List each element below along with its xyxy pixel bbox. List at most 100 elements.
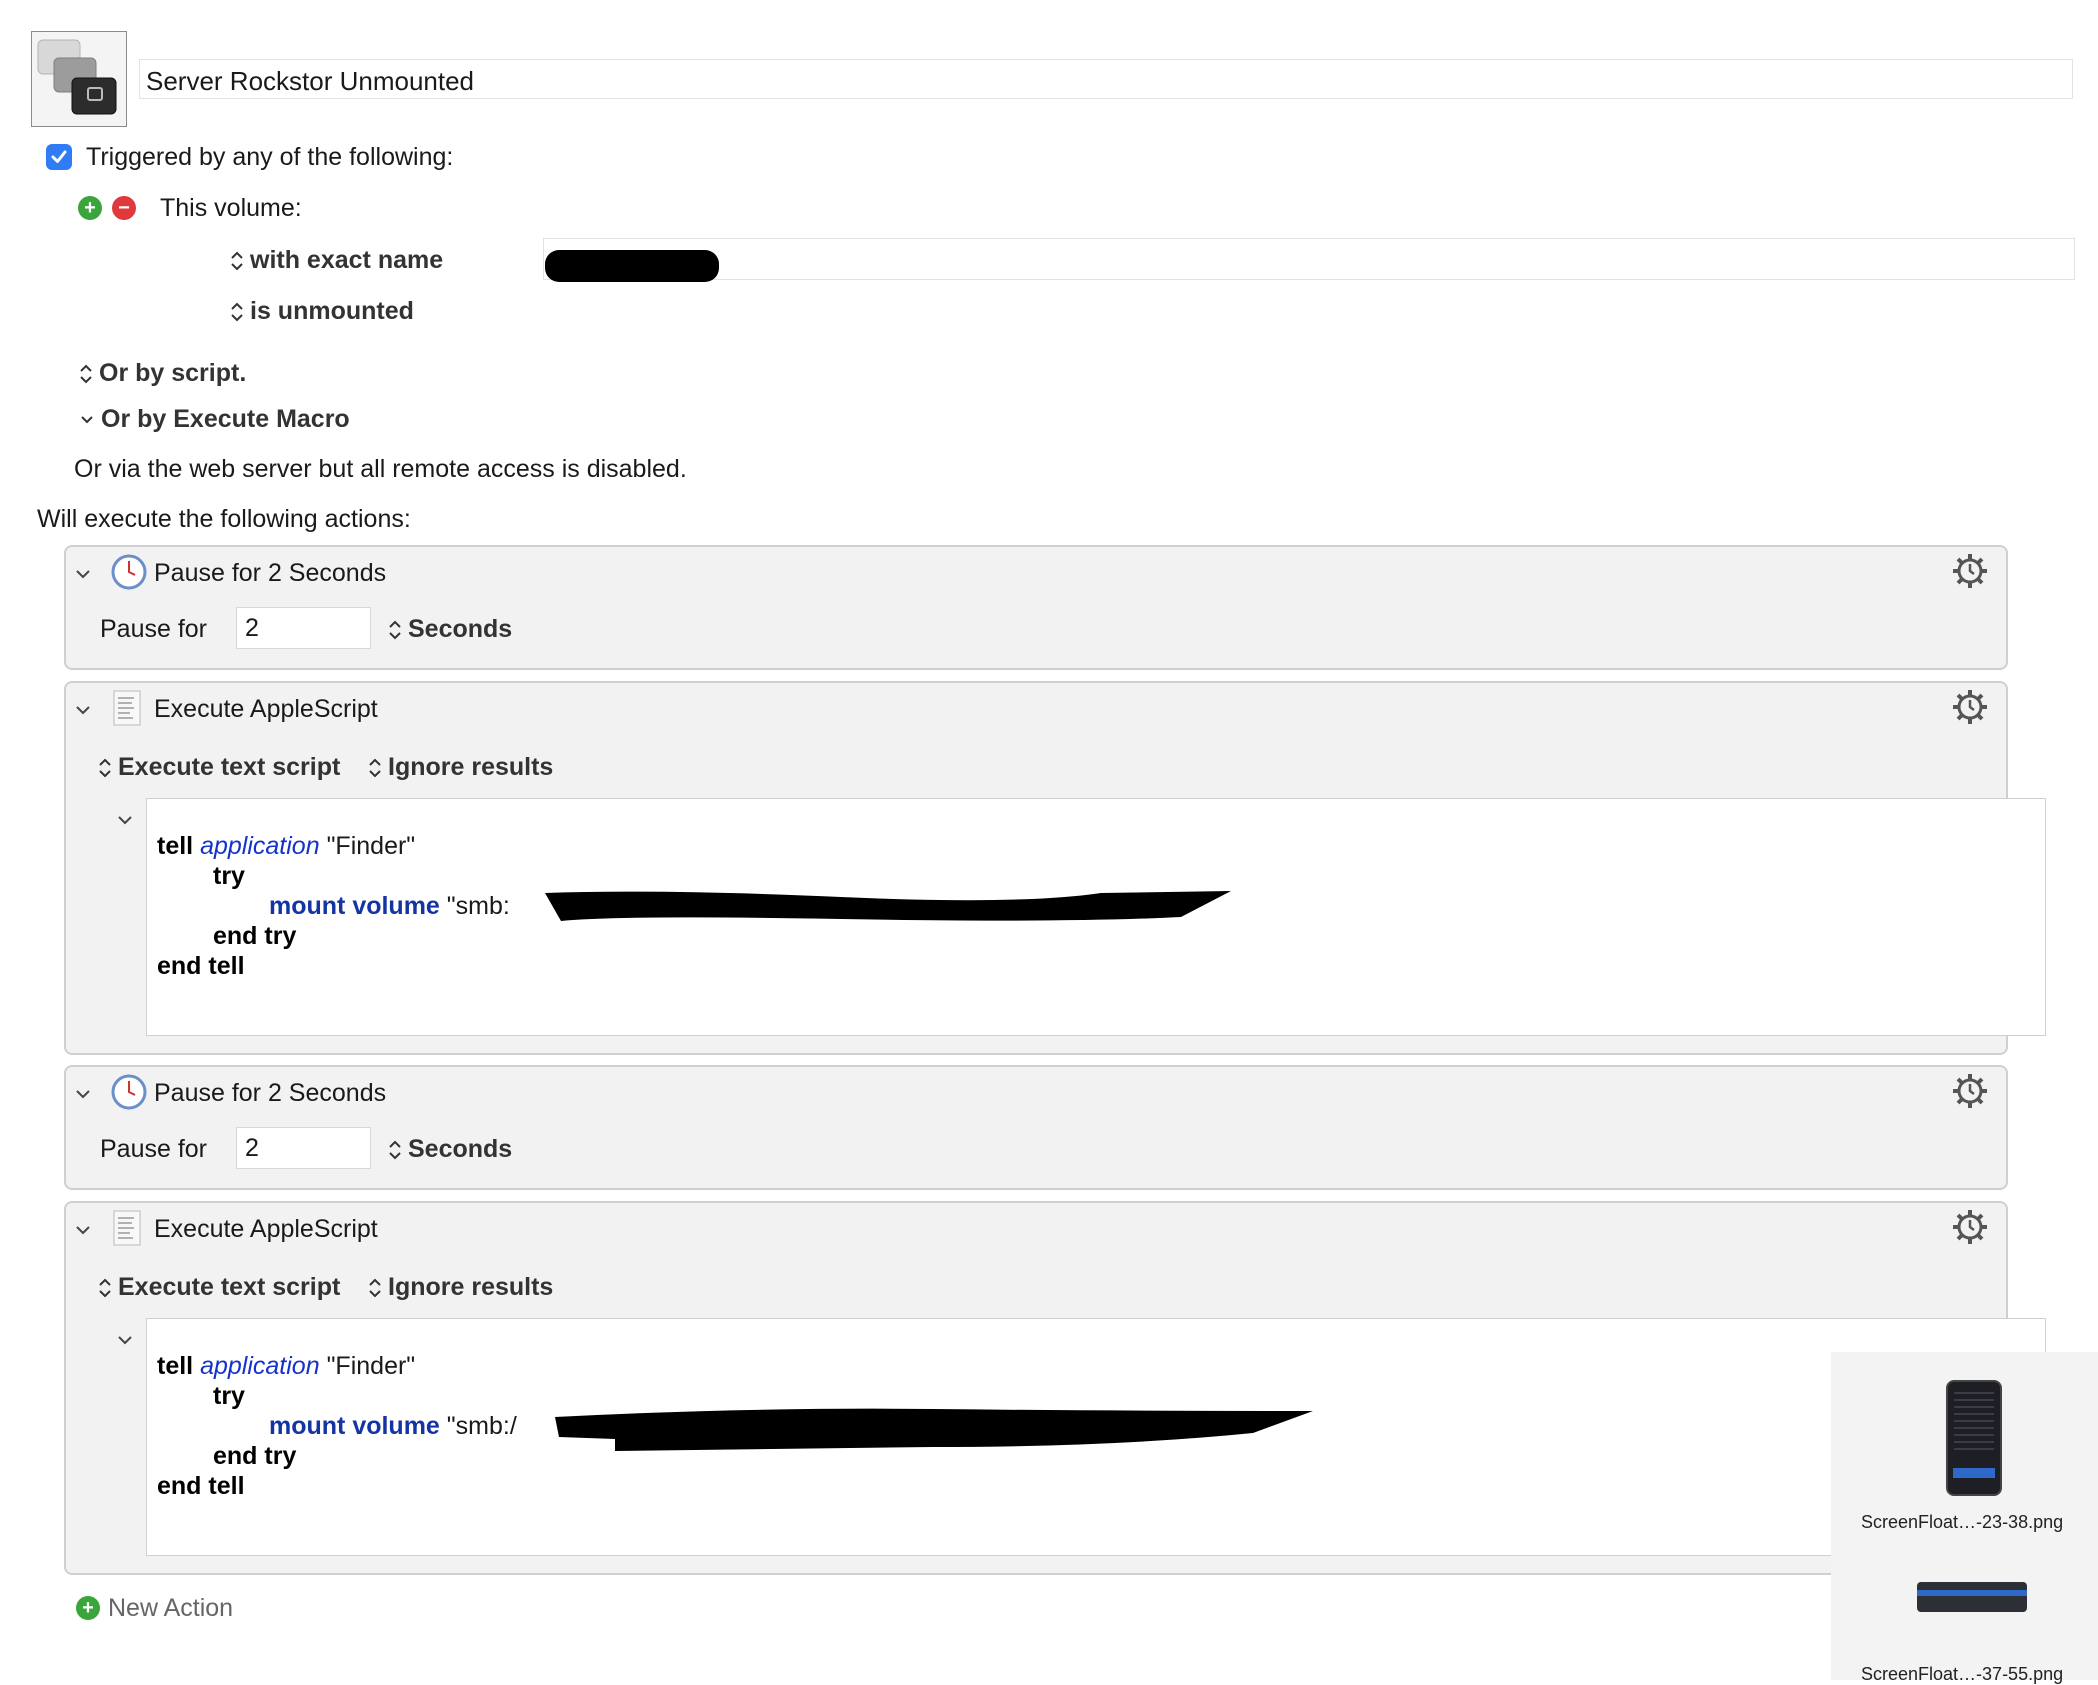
- action-title: Pause for 2 Seconds: [154, 1079, 387, 1107]
- file-label: ScreenFloat…-37-55.png: [1861, 1664, 2064, 1684]
- updown-chevron-icon: [369, 758, 381, 778]
- or-by-script-label: Or by script.: [99, 359, 247, 387]
- code-keyword: end tell: [157, 952, 245, 980]
- code-app: application: [200, 1352, 320, 1380]
- add-trigger-button[interactable]: +: [78, 196, 102, 220]
- script-code: tell application "Finder" try mount volu…: [157, 831, 510, 981]
- execute-mode-label: Execute text script: [118, 753, 341, 781]
- code-string: "smb:: [446, 892, 510, 920]
- time-unit-popup[interactable]: Seconds: [388, 615, 512, 644]
- redaction-mark: [545, 250, 719, 282]
- new-action-add-icon[interactable]: +: [76, 1596, 100, 1620]
- clock-icon: [111, 554, 147, 590]
- macro-name-field[interactable]: Server Rockstor Unmounted: [139, 59, 2073, 99]
- code-keyword: tell: [157, 832, 194, 860]
- code-keyword: end try: [213, 1442, 297, 1470]
- file-label: ScreenFloat…-23-38.png: [1861, 1512, 2064, 1532]
- triggered-checkbox[interactable]: [46, 144, 72, 170]
- code-app: application: [200, 832, 320, 860]
- pause-for-label: Pause for: [100, 615, 208, 643]
- chevron-down-icon: [81, 416, 93, 424]
- results-label: Ignore results: [388, 753, 554, 781]
- web-server-note: Or via the web server but all remote acc…: [74, 455, 687, 483]
- code-command: mount volume: [269, 1412, 440, 1440]
- script-editor[interactable]: tell application "Finder" try mount volu…: [146, 1318, 2046, 1556]
- script-file-icon: [113, 690, 141, 726]
- execute-mode-popup[interactable]: Execute text script: [98, 753, 340, 782]
- action-title: Pause for 2 Seconds: [154, 559, 387, 587]
- updown-chevron-icon: [231, 251, 243, 271]
- time-unit-label: Seconds: [408, 615, 513, 643]
- code-command: mount volume: [269, 892, 440, 920]
- plus-icon: +: [84, 197, 96, 219]
- name-match-label: with exact name: [250, 246, 444, 274]
- execute-mode-label: Execute text script: [118, 1273, 341, 1301]
- redaction-mark: [555, 1408, 1313, 1451]
- redaction-mark: [545, 891, 1231, 921]
- action-pause-1[interactable]: Pause for 2 Seconds Pause for 2 Seconds: [64, 545, 2008, 670]
- chevron-down-icon[interactable]: [74, 701, 92, 719]
- clock-icon: [111, 1074, 147, 1110]
- plus-icon: +: [82, 1597, 94, 1619]
- remove-trigger-button[interactable]: −: [112, 196, 136, 220]
- script-editor[interactable]: tell application "Finder" try mount volu…: [146, 798, 2046, 1036]
- or-by-execute-macro-label: Or by Execute Macro: [101, 405, 350, 433]
- results-popup[interactable]: Ignore results: [368, 1273, 553, 1302]
- action-applescript-2[interactable]: Execute AppleScript Execute text script …: [64, 1201, 2046, 1575]
- code-keyword: end tell: [157, 1472, 245, 1500]
- updown-chevron-icon: [231, 302, 243, 322]
- updown-chevron-icon: [389, 620, 401, 640]
- action-applescript-1[interactable]: Execute AppleScript Execute text script …: [64, 681, 2046, 1055]
- updown-chevron-icon: [99, 1278, 111, 1298]
- name-match-popup[interactable]: with exact name: [230, 246, 443, 275]
- action-title: Execute AppleScript: [154, 695, 378, 723]
- action-title: Execute AppleScript: [154, 1215, 378, 1243]
- script-code: tell application "Finder" try mount volu…: [157, 1351, 517, 1501]
- pause-seconds-input[interactable]: 2: [236, 1127, 371, 1169]
- macro-icon[interactable]: [31, 31, 127, 127]
- script-file-icon: [113, 1210, 141, 1246]
- minus-icon: −: [118, 197, 130, 219]
- results-label: Ignore results: [388, 1273, 554, 1301]
- chevron-down-icon[interactable]: [74, 1221, 92, 1239]
- or-by-script-toggle[interactable]: Or by script.: [79, 359, 246, 388]
- code-string: "Finder": [326, 1352, 416, 1380]
- gear-icon[interactable]: [1950, 1207, 1990, 1247]
- time-unit-label: Seconds: [408, 1135, 513, 1163]
- code-string: "Finder": [326, 832, 416, 860]
- chevron-down-icon[interactable]: [116, 811, 134, 829]
- updown-chevron-icon: [80, 364, 92, 384]
- floating-files-panel[interactable]: ScreenFloat…-23-38.png ScreenFloat…-37-5…: [1831, 1352, 2098, 1684]
- code-keyword: tell: [157, 1352, 194, 1380]
- actions-heading: Will execute the following actions:: [37, 505, 411, 533]
- code-keyword: try: [213, 862, 245, 890]
- new-action-button[interactable]: New Action: [108, 1594, 233, 1623]
- code-string: "smb:/: [446, 1412, 517, 1440]
- updown-chevron-icon: [369, 1278, 381, 1298]
- gear-icon[interactable]: [1950, 687, 1990, 727]
- action-pause-2[interactable]: Pause for 2 Seconds Pause for 2 Seconds: [64, 1065, 2008, 1190]
- gear-icon[interactable]: [1950, 1071, 1990, 1111]
- pause-seconds-input[interactable]: 2: [236, 607, 371, 649]
- pause-for-label: Pause for: [100, 1135, 208, 1163]
- gear-icon[interactable]: [1950, 551, 1990, 591]
- volume-label: This volume:: [160, 194, 302, 222]
- file-thumbnail[interactable]: [1917, 1582, 2027, 1612]
- updown-chevron-icon: [389, 1140, 401, 1160]
- volume-state-label: is unmounted: [250, 297, 414, 325]
- volume-state-popup[interactable]: is unmounted: [230, 297, 414, 326]
- execute-mode-popup[interactable]: Execute text script: [98, 1273, 340, 1302]
- code-keyword: end try: [213, 922, 297, 950]
- updown-chevron-icon: [99, 758, 111, 778]
- chevron-down-icon[interactable]: [74, 1085, 92, 1103]
- code-keyword: try: [213, 1382, 245, 1410]
- results-popup[interactable]: Ignore results: [368, 753, 553, 782]
- checkmark-icon: [51, 150, 67, 163]
- chevron-down-icon[interactable]: [116, 1331, 134, 1349]
- triggered-label: Triggered by any of the following:: [86, 143, 454, 171]
- time-unit-popup[interactable]: Seconds: [388, 1135, 512, 1164]
- or-by-execute-macro-toggle[interactable]: Or by Execute Macro: [79, 405, 350, 434]
- volume-name-field[interactable]: [543, 238, 2075, 280]
- file-thumbnail[interactable]: [1946, 1380, 2002, 1496]
- chevron-down-icon[interactable]: [74, 565, 92, 583]
